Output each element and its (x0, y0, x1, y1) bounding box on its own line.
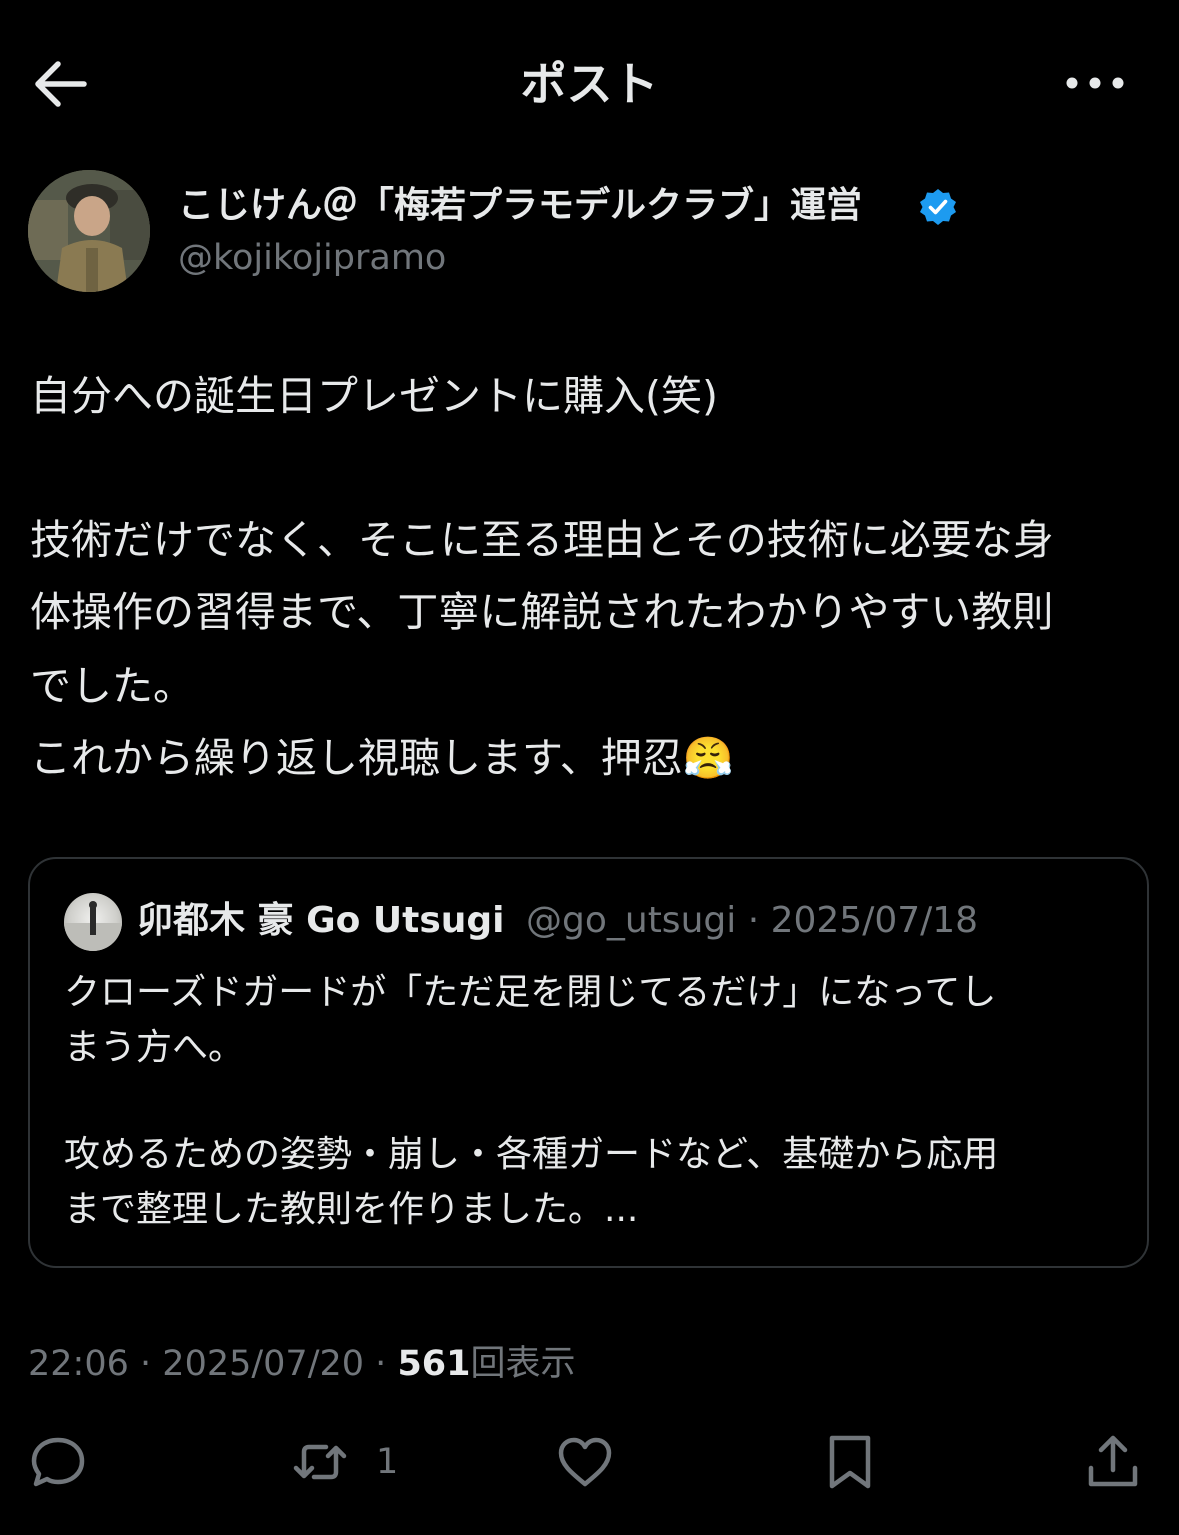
share-icon[interactable] (1083, 1432, 1143, 1492)
separator-dot: · (140, 1344, 152, 1384)
quote-date: 2025/07/18 (770, 900, 979, 941)
post-meta: 22:06 · 2025/07/20 · 561回表示 (28, 1338, 576, 1390)
post-date: 2025/07/20 (162, 1344, 365, 1384)
quote-text-line: クローズドガードが「ただ足を閉じてるだけ」になってし (64, 972, 997, 1013)
post-text: これから繰り返し視聴します、押忍 (30, 734, 683, 782)
quote-text-line: 攻めるための姿勢・崩し・各種ガードなど、基礎から応用 (64, 1134, 999, 1175)
quote-author-meta: @go_utsugi · 2025/07/18 (526, 896, 978, 946)
page-title: ポスト (520, 57, 659, 111)
views-label: 回表示 (470, 1344, 576, 1384)
views-count: 561 (397, 1344, 471, 1384)
verified-badge-icon (920, 189, 956, 225)
quote-author-handle: @go_utsugi (526, 900, 737, 941)
retweet-count: 1 (376, 1442, 399, 1482)
post-text-line: でした。 (30, 662, 194, 710)
author-avatar[interactable] (28, 170, 150, 292)
steam-face-emoji-icon: 😤 (682, 734, 734, 782)
quote-text-line: まう方へ。 (64, 1027, 245, 1068)
post-text-line: これから繰り返し視聴します、押忍😤 (30, 722, 734, 794)
heart-icon[interactable] (555, 1432, 615, 1492)
post-text-line: 体操作の習得まで、丁寧に解説されたわかりやすい教則 (30, 588, 1054, 636)
author-handle[interactable]: @kojikojipramo (178, 234, 446, 282)
quote-author-name: 卯都木 豪 Go Utsugi (137, 900, 505, 941)
more-options-icon[interactable] (1060, 58, 1130, 108)
author-name[interactable]: こじけん＠「梅若プラモデルクラブ」運営 (178, 182, 862, 230)
bookmark-icon[interactable] (820, 1432, 880, 1492)
post-time: 22:06 (28, 1344, 129, 1384)
post-text-line: 自分への誕生日プレゼントに購入(笑) (30, 372, 718, 420)
quote-author-avatar[interactable] (64, 893, 122, 951)
post-text-line: 技術だけでなく、そこに至る理由とその技術に必要な身 (30, 516, 1054, 564)
quote-text-line: まで整理した教則を作りました。... (64, 1189, 639, 1230)
reply-icon[interactable] (28, 1432, 88, 1492)
retweet-icon[interactable] (290, 1432, 350, 1492)
separator-dot: · (747, 900, 760, 941)
separator-dot: · (375, 1344, 387, 1384)
